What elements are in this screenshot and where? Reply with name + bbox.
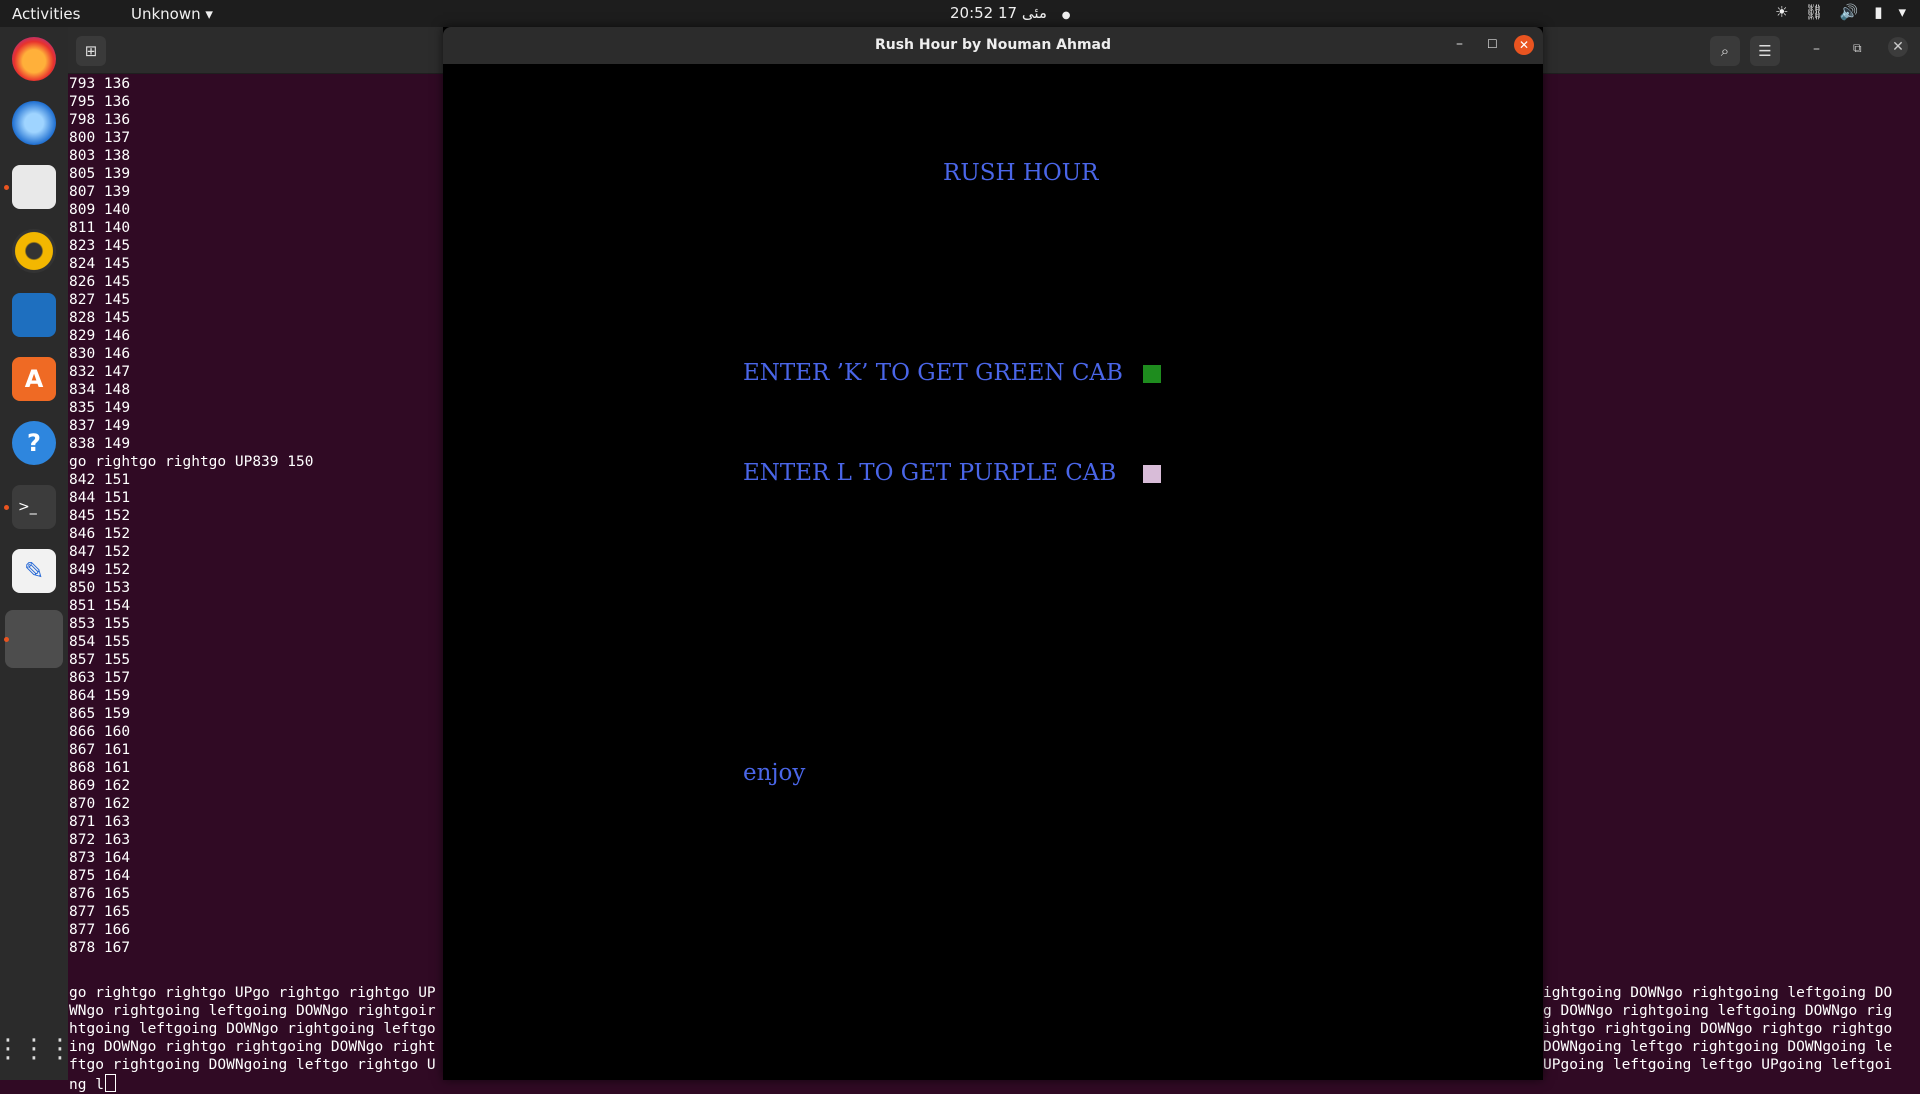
menu-button[interactable]: ☰ xyxy=(1750,36,1780,66)
running-app-icon[interactable] xyxy=(5,610,63,668)
terminal-line: htgoing leftgoing DOWNgo rightgoing left… xyxy=(69,1021,436,1037)
game-window[interactable]: Rush Hour by Nouman Ahmad – ☐ ✕ RUSH HOU… xyxy=(443,27,1543,1080)
thunderbird-icon[interactable] xyxy=(12,101,56,145)
new-tab-button[interactable]: ⊞ xyxy=(76,36,106,66)
close-button[interactable]: ✕ xyxy=(1888,37,1908,57)
terminal-output-tail-left: go rightgo rightgo UPgo rightgo rightgo … xyxy=(69,984,443,1094)
brightness-icon: ☀ xyxy=(1775,3,1789,21)
dock: A ? >_ ✎ ⋮⋮⋮ xyxy=(0,27,73,1080)
terminal-icon[interactable]: >_ xyxy=(12,485,56,529)
green-cab-swatch xyxy=(1143,365,1161,383)
firefox-icon[interactable] xyxy=(12,37,56,81)
libreoffice-writer-icon[interactable] xyxy=(12,293,56,337)
notification-dot: ● xyxy=(1061,10,1071,21)
app-menu[interactable]: Unknown ▾ xyxy=(131,5,213,23)
terminal-line: ftgo rightgoing DOWNgoing leftgo rightgo… xyxy=(69,1057,436,1073)
show-apps-icon[interactable]: ⋮⋮⋮ xyxy=(0,1027,73,1071)
terminal-line: DOWNgoing leftgo rightgoing DOWNgoing le xyxy=(1543,1039,1893,1055)
help-icon[interactable]: ? xyxy=(12,421,56,465)
minimize-button[interactable]: – xyxy=(1456,36,1463,52)
network-icon: ⛓ xyxy=(1804,3,1824,21)
close-button[interactable]: ✕ xyxy=(1514,35,1534,55)
battery-icon: ▮ xyxy=(1874,3,1883,21)
volume-icon: 🔊 xyxy=(1839,3,1859,21)
rhythmbox-icon[interactable] xyxy=(12,229,56,273)
running-indicator xyxy=(4,637,9,642)
purple-cab-option: ENTER L TO GET PURPLE CAB xyxy=(743,460,1117,486)
terminal-line: ightgo rightgoing DOWNgo rightgo rightgo xyxy=(1543,1021,1893,1037)
purple-cab-swatch xyxy=(1143,465,1161,483)
footer-text: enjoy xyxy=(743,760,806,786)
text-editor-icon[interactable]: ✎ xyxy=(12,549,56,593)
search-button[interactable]: ⌕ xyxy=(1710,36,1740,66)
terminal-line: g DOWNgo rightgoing leftgoing DOWNgo rig xyxy=(1543,1003,1893,1019)
terminal-line: ng l xyxy=(69,1074,443,1094)
game-heading: RUSH HOUR xyxy=(943,160,1099,186)
terminal-line: ightgoing DOWNgo rightgoing leftgoing DO xyxy=(1543,985,1893,1001)
terminal-cursor xyxy=(104,1074,116,1092)
chevron-down-icon: ▾ xyxy=(1898,3,1906,21)
top-bar: Activities Unknown ▾ 20:52 17 مئی ● ☀ ⛓ … xyxy=(0,0,1920,27)
clock-text: 20:52 17 مئی xyxy=(950,4,1047,22)
terminal-line: WNgo rightgoing leftgoing DOWNgo rightgo… xyxy=(69,1003,436,1019)
restore-button[interactable]: ⧉ xyxy=(1853,41,1862,56)
running-indicator xyxy=(4,185,9,190)
window-title: Rush Hour by Nouman Ahmad xyxy=(874,37,1112,53)
clock[interactable]: 20:52 17 مئی ● xyxy=(950,4,1070,22)
terminal-output-tail-right: ightgoing DOWNgo rightgoing leftgoing DO… xyxy=(1543,984,1920,1074)
game-titlebar[interactable]: Rush Hour by Nouman Ahmad – ☐ ✕ xyxy=(443,27,1543,64)
terminal-line: UPgoing leftgoing leftgo UPgoing leftgoi xyxy=(1543,1057,1893,1073)
files-icon[interactable] xyxy=(12,165,56,209)
maximize-button[interactable]: ☐ xyxy=(1487,37,1498,51)
running-indicator xyxy=(4,505,9,510)
software-icon[interactable]: A xyxy=(12,357,56,401)
minimize-button[interactable]: – xyxy=(1813,41,1820,57)
system-tray[interactable]: ☀ ⛓ 🔊 ▮ ▾ xyxy=(1775,3,1906,21)
terminal-line: go rightgo rightgo UPgo rightgo rightgo … xyxy=(69,985,436,1001)
terminal-line: ing DOWNgo rightgo rightgoing DOWNgo rig… xyxy=(69,1039,436,1055)
activities-button[interactable]: Activities xyxy=(12,5,80,23)
green-cab-option: ENTER ’K’ TO GET GREEN CAB xyxy=(743,360,1123,386)
